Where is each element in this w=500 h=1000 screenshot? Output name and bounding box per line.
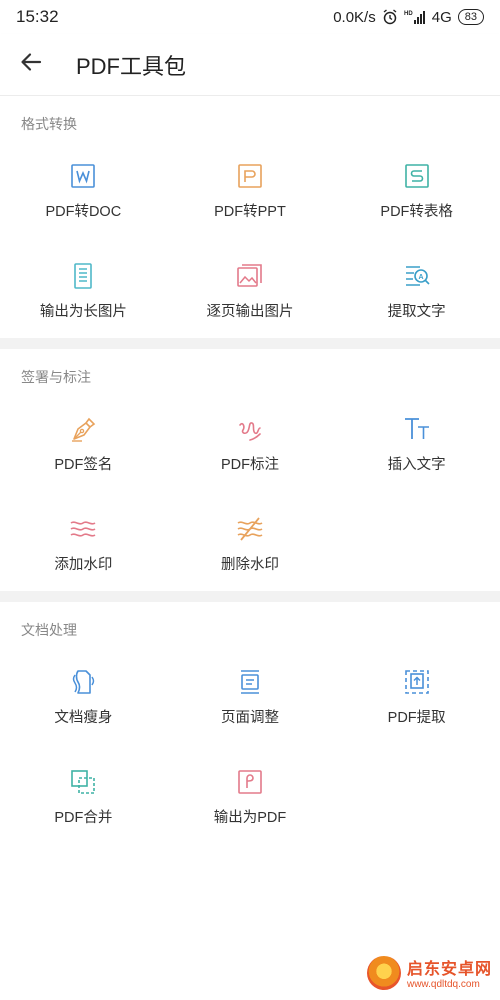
section-title: 签署与标注 [21,369,91,385]
tool-pdf-to-sheet[interactable]: PDF转表格 [333,138,500,238]
page-image-icon [236,262,264,290]
status-time: 15:32 [16,7,59,26]
network-type: 4G [431,8,452,26]
site-logo [366,955,401,990]
tool-label: 文档瘦身 [54,710,113,726]
tool-label: 输出为PDF [213,810,287,826]
scribble-icon [236,415,264,443]
tool-page-images[interactable]: 逐页输出图片 [167,238,334,338]
export-pdf-icon [236,768,264,796]
section-title: 文档处理 [21,622,77,638]
tool-export-pdf[interactable]: 输出为PDF [167,744,334,844]
tool-label: 逐页输出图片 [206,304,294,320]
ppt-icon [236,162,264,190]
signal-icon: HD [404,9,426,25]
extract-text-icon: A [403,262,431,290]
tool-label: PDF合并 [54,810,113,826]
remove-watermark-icon [236,515,264,543]
tool-slim-doc[interactable]: 文档瘦身 [0,644,167,744]
site-url: www.qdltdq.com [406,979,480,990]
section-title: 格式转换 [21,116,77,132]
tool-label: 插入文字 [387,457,446,473]
svg-text:A: A [418,274,423,281]
svg-text:HD: HD [404,11,413,17]
watermark-waves-icon [69,515,97,543]
tool-label: PDF转DOC [45,204,122,220]
page-adjust-icon [236,668,264,696]
tool-label: PDF转PPT [214,204,286,220]
tool-extract-text[interactable]: A 提取文字 [333,238,500,338]
sheet-icon [403,162,431,190]
back-button[interactable] [0,34,62,96]
doc-word-icon [69,162,97,190]
merge-icon [69,768,97,796]
tool-pdf-annotate[interactable]: PDF标注 [167,391,334,491]
network-speed: 0.0K/s [333,8,376,26]
tool-pdf-merge[interactable]: PDF合并 [0,744,167,844]
battery-indicator: 83 [457,9,484,25]
status-indicators: 0.0K/s HD 4G 83 [333,9,484,26]
tool-pdf-sign[interactable]: PDF签名 [0,391,167,491]
app-header: PDF工具包 [0,34,500,96]
tool-label: PDF转表格 [380,204,453,220]
tool-remove-watermark[interactable]: 删除水印 [167,491,334,591]
tool-pdf-to-doc[interactable]: PDF转DOC [0,138,167,238]
alarm-icon [382,9,398,25]
page-title: PDF工具包 [76,53,187,79]
long-image-icon [69,262,97,290]
section-format-conversion: 格式转换 PDF转DOC PDF转PPT PDF转表格 输出为长图片 逐页输出图… [0,96,500,338]
status-bar: 15:32 0.0K/s HD 4G 83 [0,0,500,34]
tool-label: 页面调整 [220,710,279,726]
arrow-left-icon [19,50,43,79]
tool-label: PDF标注 [220,457,279,473]
tool-page-adjust[interactable]: 页面调整 [167,644,334,744]
section-sign-annotate: 签署与标注 PDF签名 PDF标注 插入文字 添加水印 删除水印 [0,349,500,591]
tool-export-long-image[interactable]: 输出为长图片 [0,238,167,338]
tool-insert-text[interactable]: 插入文字 [333,391,500,491]
site-name: 启东安卓网 [406,961,492,978]
tool-add-watermark[interactable]: 添加水印 [0,491,167,591]
tool-label: 添加水印 [54,557,113,573]
tool-label: 提取文字 [387,304,446,320]
section-divider [0,338,500,349]
tool-label: PDF提取 [387,710,446,726]
section-divider [0,591,500,602]
tool-pdf-to-ppt[interactable]: PDF转PPT [167,138,334,238]
tool-pdf-extract[interactable]: PDF提取 [333,644,500,744]
slim-doc-icon [69,668,97,696]
tool-label: 输出为长图片 [39,304,127,320]
tool-label: PDF签名 [54,457,113,473]
text-tt-icon [403,415,431,443]
tool-label: 删除水印 [220,557,279,573]
pen-nib-icon [69,415,97,443]
site-watermark: 启东安卓网 www.qdltdq.com [366,955,492,990]
pdf-extract-icon [403,668,431,696]
section-doc-processing: 文档处理 文档瘦身 页面调整 PDF提取 PDF合并 输出为PDF [0,602,500,844]
